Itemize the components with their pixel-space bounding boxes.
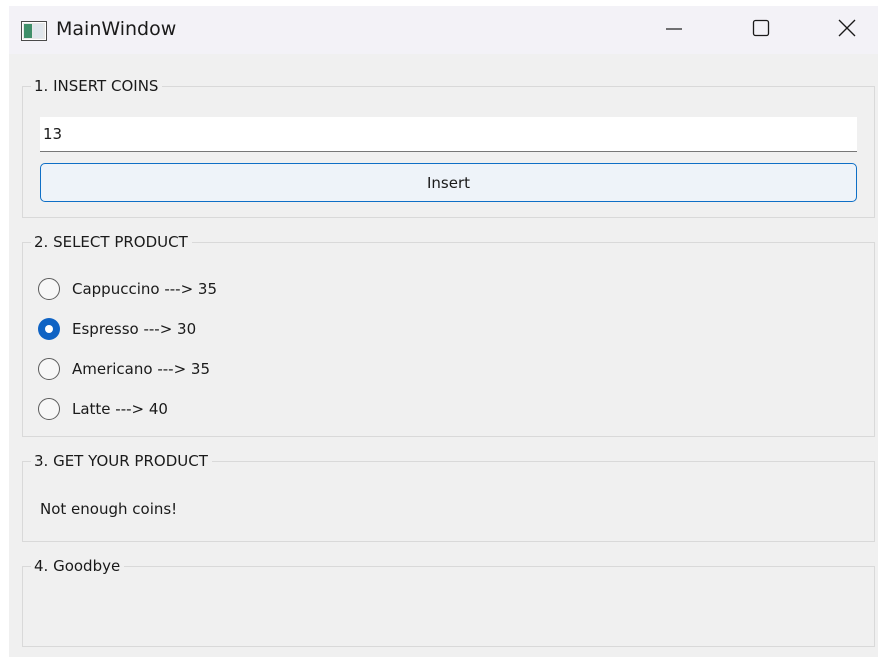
minimize-button[interactable] [651,6,697,54]
close-button[interactable] [824,6,870,54]
select-product-group-title: 2. SELECT PRODUCT [31,233,192,251]
maximize-button[interactable] [738,6,784,54]
insert-coins-group-title: 1. INSERT COINS [31,77,163,95]
insert-button[interactable]: Insert [40,163,857,202]
radio-button[interactable] [38,358,60,380]
product-option-espresso[interactable]: Espresso ---> 30 [38,317,196,341]
coins-input[interactable] [40,117,857,152]
product-option-label: Cappuccino ---> 35 [72,280,217,298]
app-window-icon [21,21,47,41]
radio-button[interactable] [38,278,60,300]
get-product-group-title: 3. GET YOUR PRODUCT [31,452,212,470]
product-option-cappuccino[interactable]: Cappuccino ---> 35 [38,277,217,301]
product-option-label: Latte ---> 40 [72,400,168,418]
goodbye-group-title: 4. Goodbye [31,557,125,575]
maximize-icon [752,19,770,41]
title-bar[interactable]: MainWindow [9,6,878,54]
product-option-americano[interactable]: Americano ---> 35 [38,357,210,381]
window-title: MainWindow [56,18,177,40]
main-window: MainWindow 1. INSERT COINS Insert [9,6,878,657]
product-option-label: Espresso ---> 30 [72,320,197,338]
status-message: Not enough coins! [40,500,178,518]
minimize-icon [665,19,683,41]
select-product-group: 2. SELECT PRODUCT Cappuccino ---> 35 Esp… [22,233,875,437]
get-product-group: 3. GET YOUR PRODUCT Not enough coins! [22,452,875,542]
product-option-latte[interactable]: Latte ---> 40 [38,397,168,421]
goodbye-group: 4. Goodbye [22,557,875,647]
close-icon [838,19,856,41]
product-option-label: Americano ---> 35 [72,360,210,378]
radio-button[interactable] [38,318,60,340]
insert-coins-group: 1. INSERT COINS Insert [22,77,875,218]
radio-button[interactable] [38,398,60,420]
